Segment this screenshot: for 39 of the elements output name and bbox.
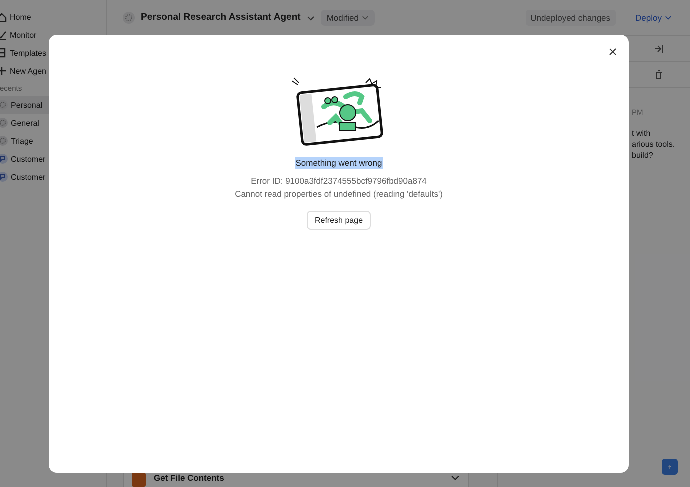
error-id: Error ID: 9100a3fdf2374555bcf9796fbd90a874 [251, 176, 427, 186]
sidebar-item[interactable]: Home [0, 8, 106, 26]
gear-icon [123, 12, 135, 24]
chevron-down-icon [362, 14, 369, 21]
arrow-up-icon [668, 462, 672, 472]
agent-title: Personal Research Assistant Agent [141, 12, 301, 23]
message-text: t with [632, 129, 652, 138]
chart-icon [0, 30, 7, 40]
gear-icon [0, 136, 8, 146]
gear-icon [0, 118, 8, 128]
sidebar-item[interactable]: Monitor [0, 26, 106, 44]
error-message: Cannot read properties of undefined (reading 'defaults') [235, 189, 443, 199]
chat-icon [0, 154, 8, 164]
plus-icon [0, 66, 7, 76]
recent-item[interactable]: Customer [0, 150, 106, 168]
send-button[interactable] [662, 459, 678, 475]
recent-item[interactable]: Triage [0, 132, 106, 150]
recent-item[interactable]: General [0, 114, 106, 132]
deploy-button[interactable]: Deploy [630, 12, 678, 24]
message-text: build? [632, 151, 654, 160]
sidebar-item[interactable]: New Agen [0, 62, 106, 80]
status-dropdown[interactable]: Modified [320, 10, 375, 26]
collapse-icon[interactable] [654, 44, 664, 54]
gear-icon [0, 100, 8, 110]
chat-icon [0, 172, 8, 182]
error-title: Something went wrong [294, 157, 384, 169]
tool-title: Get File Contents [154, 473, 226, 483]
grid-icon [0, 48, 7, 58]
status-badge: Undeployed changes [526, 10, 616, 26]
recent-item[interactable]: Customer [0, 168, 106, 186]
sidebar-item[interactable]: Templates [0, 44, 106, 62]
refresh-button[interactable]: Refresh page [306, 211, 372, 230]
chevron-down-icon[interactable] [451, 473, 460, 482]
trash-icon[interactable] [654, 70, 664, 80]
storage-icon [132, 473, 146, 487]
chevron-down-icon[interactable] [306, 14, 315, 22]
home-icon [0, 12, 7, 22]
chevron-down-icon [665, 14, 672, 21]
message-text: arious tools. [632, 140, 676, 149]
